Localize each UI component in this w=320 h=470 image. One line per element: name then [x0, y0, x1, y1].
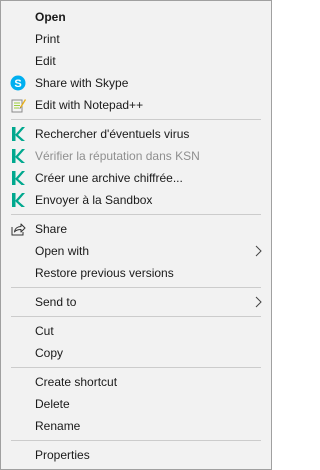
menu-separator [11, 316, 261, 317]
kaspersky-icon [12, 127, 25, 141]
menu-item-label: Open [35, 10, 66, 24]
menu-item-label: Vérifier la réputation dans KSN [35, 149, 200, 163]
menu-item-create-shortcut[interactable]: Create shortcut [1, 371, 271, 393]
menu-item-restore-previous-versions[interactable]: Restore previous versions [1, 262, 271, 284]
menu-item-label: Delete [35, 397, 70, 411]
menu-item-delete[interactable]: Delete [1, 393, 271, 415]
menu-item-open-with[interactable]: Open with [1, 240, 271, 262]
kaspersky-icon [12, 193, 25, 207]
share-icon [11, 223, 26, 236]
menu-separator [11, 367, 261, 368]
menu-item-label: Print [35, 32, 60, 46]
chevron-right-icon [255, 296, 262, 308]
menu-item-label: Edit with Notepad++ [35, 98, 144, 112]
menu-item-label: Cut [35, 324, 54, 338]
menu-item-edit[interactable]: Edit [1, 50, 271, 72]
menu-item-label: Properties [35, 448, 90, 462]
menu-item-cut[interactable]: Cut [1, 320, 271, 342]
svg-text:S: S [14, 78, 21, 90]
context-menu: Open Print Edit S Share with Skype Edit … [0, 0, 272, 470]
menu-item-label: Copy [35, 346, 64, 360]
menu-item-label: Share [35, 222, 68, 236]
menu-item-label: Envoyer à la Sandbox [35, 193, 153, 207]
menu-item-share-with-skype[interactable]: S Share with Skype [1, 72, 271, 94]
menu-item-creer-archive-chiffree[interactable]: Créer une archive chiffrée... [1, 167, 271, 189]
menu-item-label: Open with [35, 244, 90, 258]
menu-item-label: Create shortcut [35, 375, 118, 389]
menu-item-open[interactable]: Open [1, 6, 271, 28]
menu-item-rechercher-virus[interactable]: Rechercher d'éventuels virus [1, 123, 271, 145]
menu-item-rename[interactable]: Rename [1, 415, 271, 437]
menu-separator [11, 287, 261, 288]
menu-separator [11, 440, 261, 441]
menu-item-label: Rename [35, 419, 81, 433]
menu-separator [11, 119, 261, 120]
menu-item-verifier-reputation-ksn: Vérifier la réputation dans KSN [1, 145, 271, 167]
skype-icon: S [10, 75, 26, 91]
menu-item-envoyer-sandbox[interactable]: Envoyer à la Sandbox [1, 189, 271, 211]
menu-item-label: Restore previous versions [35, 266, 174, 280]
menu-item-label: Send to [35, 295, 77, 309]
menu-item-edit-with-notepad-plus-plus[interactable]: Edit with Notepad++ [1, 94, 271, 116]
kaspersky-icon [12, 149, 25, 163]
menu-item-label: Share with Skype [35, 76, 129, 90]
menu-item-print[interactable]: Print [1, 28, 271, 50]
menu-item-copy[interactable]: Copy [1, 342, 271, 364]
notepad-plus-plus-icon [11, 99, 26, 113]
menu-separator [11, 214, 261, 215]
menu-item-properties[interactable]: Properties [1, 444, 271, 466]
chevron-right-icon [255, 245, 262, 257]
menu-item-share[interactable]: Share [1, 218, 271, 240]
menu-item-label: Rechercher d'éventuels virus [35, 127, 190, 141]
menu-item-label: Edit [35, 54, 56, 68]
menu-item-label: Créer une archive chiffrée... [35, 171, 183, 185]
menu-item-send-to[interactable]: Send to [1, 291, 271, 313]
kaspersky-icon [12, 171, 25, 185]
